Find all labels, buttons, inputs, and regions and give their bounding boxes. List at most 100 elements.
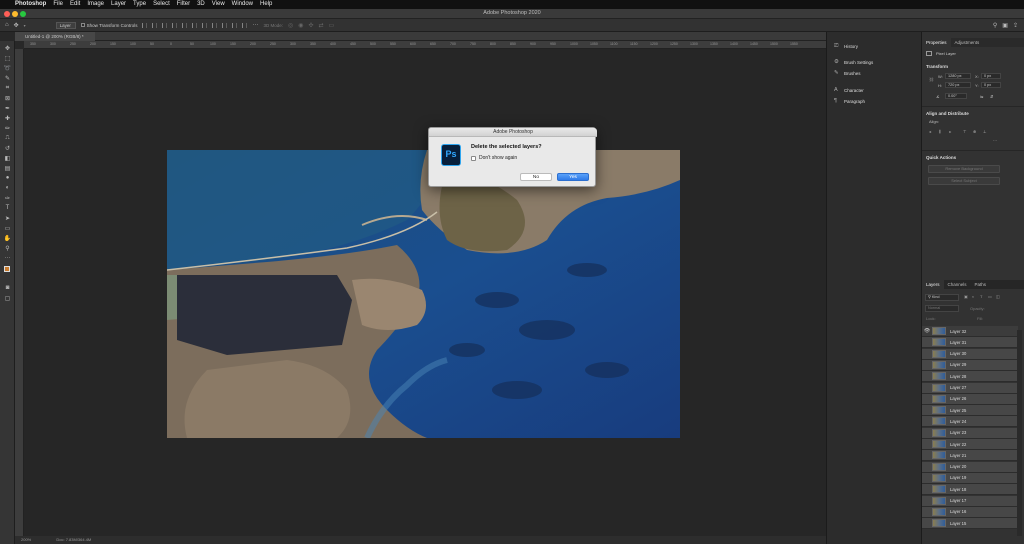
3d-slide-icon[interactable]: ⇄ (319, 22, 324, 29)
quick-actions-title[interactable]: Quick Actions (926, 155, 956, 160)
layer-row[interactable]: Layer 25 (922, 405, 1018, 417)
clone-stamp-icon[interactable]: ⎍ (3, 134, 12, 142)
align-top-icon[interactable] (142, 22, 148, 28)
align-section-title[interactable]: Align and Distribute (926, 111, 969, 116)
flip-horizontal-icon[interactable]: ⇋ (980, 94, 983, 99)
auto-select-dropdown[interactable]: Layer (55, 21, 76, 29)
angle-field[interactable]: 0.00° (945, 93, 967, 99)
lasso-tool-icon[interactable]: ➰ (3, 64, 12, 72)
zoom-level[interactable]: 200% (21, 537, 31, 542)
menu-layer[interactable]: Layer (111, 0, 126, 9)
align-bottom-edges-icon[interactable]: ⊥ (983, 129, 986, 134)
layer-row[interactable]: Layer 29 (922, 359, 1018, 371)
3d-roll-icon[interactable]: ◉ (298, 22, 303, 29)
show-transform-controls-checkbox[interactable]: Show Transform Controls (80, 23, 137, 28)
align-right-icon[interactable] (192, 22, 198, 28)
dock-paragraph[interactable]: ¶ Paragraph (834, 98, 865, 104)
rectangle-tool-icon[interactable]: ▭ (3, 224, 12, 232)
layer-row[interactable]: Layer 26 (922, 393, 1018, 405)
layer-row[interactable]: Layer 30 (922, 348, 1018, 360)
menu-select[interactable]: Select (153, 0, 170, 9)
flip-vertical-icon[interactable]: ⇵ (990, 94, 993, 99)
tab-paths[interactable]: Paths (971, 280, 991, 289)
no-button[interactable]: No (520, 173, 552, 181)
layer-row[interactable]: Layer 31 (922, 337, 1018, 349)
layer-row[interactable]: Layer 21 (922, 450, 1018, 462)
align-h-centers-icon[interactable]: ⫼ (939, 129, 941, 134)
filter-pixel-icon[interactable]: ▣ (964, 294, 968, 299)
layer-row[interactable]: Layer 19 (922, 472, 1018, 484)
menu-3d[interactable]: 3D (197, 0, 205, 9)
chevron-down-icon[interactable]: ▾ (24, 23, 26, 28)
yes-button[interactable]: Yes (557, 173, 589, 181)
filter-adjustment-icon[interactable]: ◐ (972, 294, 974, 299)
move-tool-icon[interactable]: ✥ (14, 22, 19, 29)
dock-brush-settings[interactable]: ⚙ Brush Settings (834, 59, 873, 65)
filter-type-icon[interactable]: T (980, 294, 982, 299)
layer-row[interactable]: Layer 16 (922, 506, 1018, 518)
tab-channels[interactable]: Channels (944, 280, 971, 289)
zoom-tool-icon[interactable]: ⚲ (3, 244, 12, 252)
distribute-icon[interactable] (202, 22, 208, 28)
layer-row[interactable]: Layer 20 (922, 461, 1018, 473)
filter-shape-icon[interactable]: ▭ (988, 294, 992, 299)
quick-mask-icon[interactable]: ◙ (3, 284, 12, 292)
more-align-icon[interactable]: ··· (993, 138, 997, 143)
menu-file[interactable]: File (53, 0, 63, 9)
screen-mode-icon[interactable]: ▢ (3, 294, 12, 302)
vertical-ruler[interactable] (15, 49, 24, 536)
remove-background-button[interactable]: Remove Background (928, 165, 1000, 173)
document-tab[interactable]: Untitled-1 @ 200% (RGB/8) * (15, 32, 95, 41)
distribute-4-icon[interactable] (232, 22, 238, 28)
x-field[interactable]: 0 px (981, 73, 1001, 79)
visibility-eye-icon[interactable]: 👁 (922, 328, 932, 334)
workspace-icon[interactable]: ▣ (1002, 22, 1008, 29)
tab-properties[interactable]: Properties (922, 38, 951, 47)
tab-layers[interactable]: Layers (922, 280, 944, 289)
tab-adjustments[interactable]: Adjustments (951, 38, 984, 47)
eraser-tool-icon[interactable]: ◧ (3, 154, 12, 162)
doc-info[interactable]: Doc: 7.83M/364.4M (56, 537, 91, 542)
home-icon[interactable]: ⌂ (5, 22, 9, 28)
transform-section-title[interactable]: Transform (926, 64, 948, 69)
layer-filter-kind[interactable]: ⚲ Kind (925, 294, 959, 301)
color-swatches-icon[interactable] (3, 266, 13, 275)
link-icon[interactable]: ⛓ (929, 77, 934, 82)
3d-pan-icon[interactable]: ✣ (308, 22, 313, 29)
align-right-edges-icon[interactable]: ⫸ (949, 129, 951, 134)
layers-scrollbar[interactable] (1017, 330, 1022, 536)
align-middle-icon[interactable] (152, 22, 158, 28)
path-select-icon[interactable]: ➤ (3, 214, 12, 222)
layer-row[interactable]: Layer 18 (922, 484, 1018, 496)
search-icon[interactable]: ⚲ (993, 22, 997, 29)
layer-row[interactable]: Layer 17 (922, 495, 1018, 507)
more-options-icon[interactable]: ··· (252, 22, 258, 28)
dock-brushes[interactable]: ✎ Brushes (834, 70, 861, 76)
marquee-tool-icon[interactable]: ⬚ (3, 54, 12, 62)
blend-mode-select[interactable]: Normal (925, 305, 959, 312)
crop-tool-icon[interactable]: ⌗ (3, 84, 12, 92)
eyedropper-tool-icon[interactable]: ✒ (3, 104, 12, 112)
edit-toolbar-icon[interactable]: ··· (3, 254, 12, 262)
gradient-tool-icon[interactable]: ▤ (3, 164, 12, 172)
select-subject-button[interactable]: Select Subject (928, 177, 1000, 185)
menu-app-name[interactable]: Photoshop (15, 0, 46, 9)
layer-row[interactable]: Layer 22 (922, 439, 1018, 450)
align-left-edges-icon[interactable]: ⫷ (929, 129, 931, 134)
distribute-5-icon[interactable] (242, 22, 248, 28)
layer-row[interactable]: Layer 27 (922, 382, 1018, 394)
dock-character[interactable]: A Character (834, 87, 864, 93)
frame-tool-icon[interactable]: ⊠ (3, 94, 12, 102)
quick-select-tool-icon[interactable]: ✎ (3, 74, 12, 82)
layer-row[interactable]: Layer 23 (922, 427, 1018, 439)
distribute-3-icon[interactable] (222, 22, 228, 28)
distribute-2-icon[interactable] (212, 22, 218, 28)
horizontal-ruler[interactable]: 350 300 250 200 150 100 50 0 50 100 150 200 250 300 35… (24, 41, 826, 49)
align-center-icon[interactable] (182, 22, 188, 28)
menu-edit[interactable]: Edit (70, 0, 80, 9)
healing-brush-icon[interactable]: ✚ (3, 114, 12, 122)
align-v-centers-icon[interactable]: ⊕ (973, 129, 976, 134)
hand-tool-icon[interactable]: ✋ (3, 234, 12, 242)
move-tool-icon[interactable]: ✥ (3, 44, 12, 52)
align-left-icon[interactable] (172, 22, 178, 28)
